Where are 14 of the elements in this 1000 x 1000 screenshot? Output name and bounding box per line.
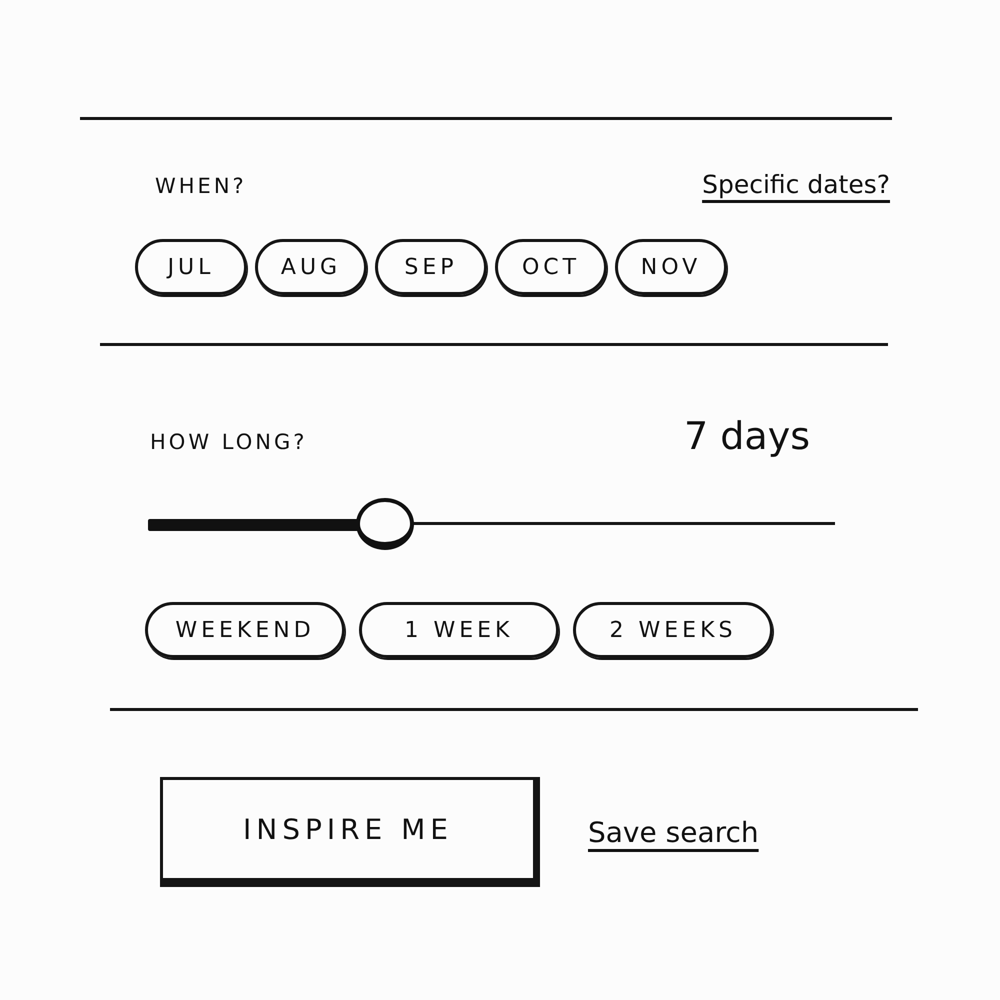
save-search-link[interactable]: Save search: [588, 816, 759, 848]
month-chip[interactable]: NOV: [615, 239, 727, 295]
month-chip[interactable]: OCT: [495, 239, 607, 295]
duration-chip[interactable]: 2 WEEKS: [573, 602, 773, 658]
duration-chip[interactable]: 1 WEEK: [359, 602, 559, 658]
duration-reading: 7 days: [684, 414, 810, 458]
inspire-me-button[interactable]: INSPIRE ME: [160, 777, 540, 887]
how-long-label: HOW LONG?: [150, 430, 308, 454]
month-chip[interactable]: SEP: [375, 239, 487, 295]
month-chip[interactable]: AUG: [255, 239, 367, 295]
when-label: WHEN?: [155, 174, 247, 198]
month-chip[interactable]: JUL: [135, 239, 247, 295]
duration-chip[interactable]: WEEKEND: [145, 602, 345, 658]
specific-dates-link[interactable]: Specific dates?: [702, 170, 890, 199]
